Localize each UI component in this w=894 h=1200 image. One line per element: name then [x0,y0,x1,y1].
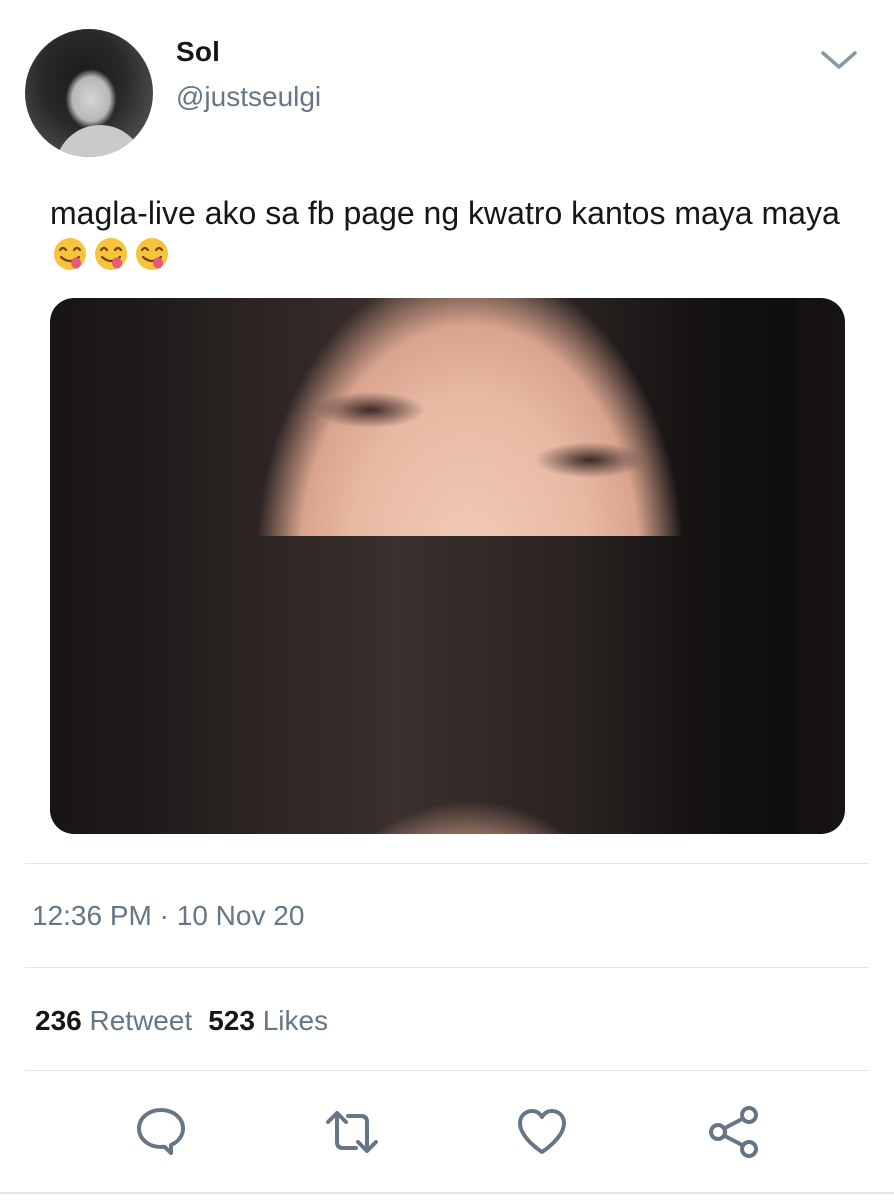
divider [0,1192,894,1194]
retweets-label: Retweet [89,1005,193,1036]
tweet-stats: 236 Retweet 523 Likes [35,1005,328,1037]
face-savoring-food-emoji [95,238,127,270]
share-button[interactable] [706,1104,762,1160]
divider [25,863,869,864]
like-button[interactable] [514,1104,570,1160]
heart-icon [518,1109,566,1154]
divider [25,1070,869,1071]
reply-icon [137,1108,185,1155]
share-icon [709,1106,758,1158]
avatar[interactable] [25,29,153,157]
likes-count: 523 [208,1005,255,1036]
face-savoring-food-emoji [54,238,86,270]
reply-button[interactable] [133,1104,189,1160]
tweet-timestamp[interactable]: 12:36 PM · 10 Nov 20 [32,900,304,932]
tweet-date: 10 Nov 20 [176,900,305,931]
user-handle[interactable]: @justseulgi [176,81,321,113]
divider [25,967,869,968]
timestamp-separator: · [159,900,169,931]
face-savoring-food-emoji [136,238,168,270]
display-name[interactable]: Sol [176,36,220,68]
tweet-time: 12:36 PM [32,900,152,931]
retweets-stat[interactable]: 236 Retweet [35,1005,192,1036]
chevron-down-icon[interactable] [818,44,860,76]
retweets-count: 236 [35,1005,82,1036]
retweet-icon [326,1111,378,1153]
tweet-media-photo[interactable] [50,298,845,834]
emoji-group [50,237,173,273]
likes-stat[interactable]: 523 Likes [208,1005,328,1036]
tweet-text: magla-live ako sa fb page ng kwatro kant… [50,192,850,276]
tweet-text-content: magla-live ako sa fb page ng kwatro kant… [50,195,840,231]
likes-label: Likes [262,1005,329,1036]
retweet-button[interactable] [324,1104,380,1160]
